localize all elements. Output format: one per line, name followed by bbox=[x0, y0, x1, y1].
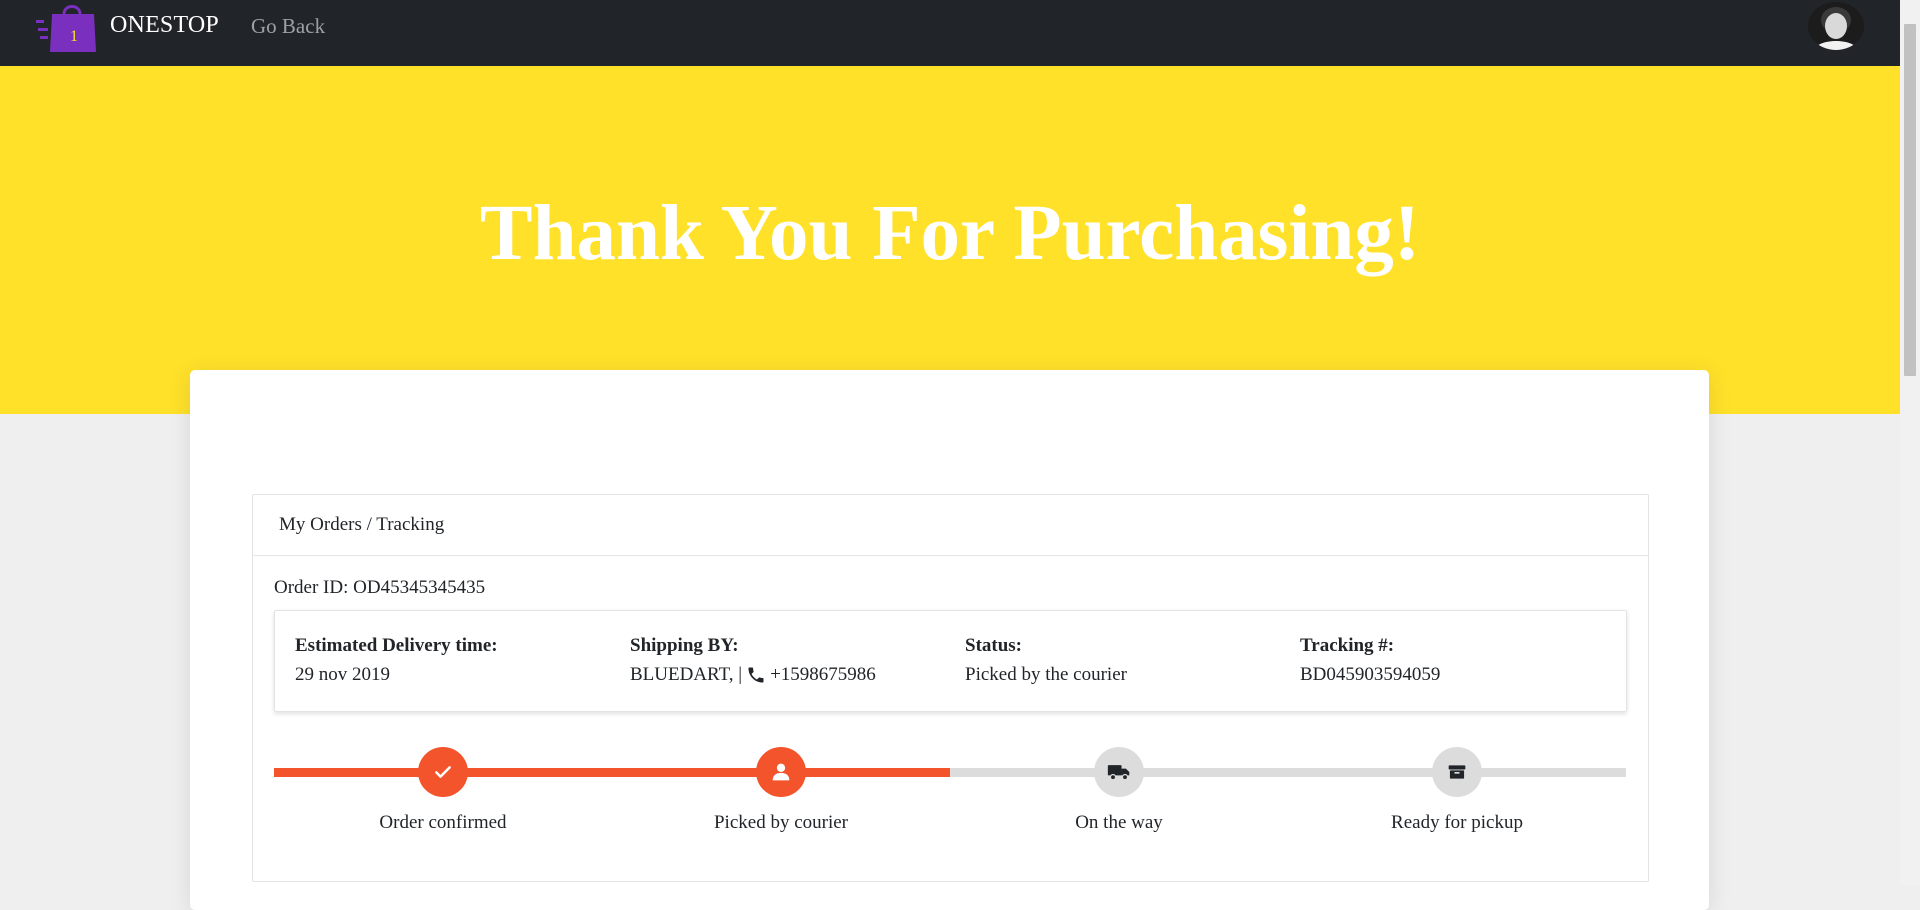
status-value: Picked by the courier bbox=[965, 664, 1127, 685]
avatar[interactable] bbox=[1808, 2, 1864, 50]
tracking-number-info: Tracking #: BD045903594059 bbox=[1300, 635, 1440, 686]
step-on-the-way: On the way bbox=[1009, 747, 1229, 834]
step-label: Ready for pickup bbox=[1391, 812, 1523, 833]
scrollbar-thumb[interactable] bbox=[1904, 24, 1916, 376]
check-icon bbox=[418, 747, 468, 797]
step-label: Picked by courier bbox=[713, 812, 848, 833]
main-card: My Orders / Tracking Order ID: OD4534534… bbox=[190, 370, 1709, 910]
order-progress: Order confirmed Picked by courier On the… bbox=[274, 730, 1626, 840]
hero-title: Thank You For Purchasing! bbox=[479, 190, 1421, 277]
tracking-number-value: BD045903594059 bbox=[1300, 664, 1441, 685]
shipping-label: Shipping BY: bbox=[630, 635, 739, 656]
tracking-card: My Orders / Tracking Order ID: OD4534534… bbox=[252, 494, 1649, 882]
step-picked-by-courier: Picked by courier bbox=[671, 747, 891, 834]
step-order-confirmed: Order confirmed bbox=[333, 747, 553, 834]
hero-banner: Thank You For Purchasing! bbox=[0, 66, 1900, 414]
logo-badge: 1 bbox=[70, 28, 78, 45]
shipping-info: Shipping BY: BLUEDART, | +1598675986 bbox=[630, 635, 876, 686]
go-back-link[interactable]: Go Back bbox=[251, 14, 325, 39]
tracking-number-label: Tracking #: bbox=[1300, 635, 1395, 656]
brand-name[interactable]: ONESTOP bbox=[110, 12, 219, 39]
box-icon bbox=[1432, 747, 1482, 797]
step-label: On the way bbox=[1075, 812, 1163, 833]
delivery-value: 29 nov 2019 bbox=[295, 664, 390, 685]
shipping-carrier: BLUEDART, | bbox=[630, 664, 743, 685]
logo[interactable]: 1 bbox=[36, 0, 98, 54]
delivery-info: Estimated Delivery time: 29 nov 2019 bbox=[295, 635, 498, 686]
breadcrumb: My Orders / Tracking bbox=[253, 495, 1648, 556]
status-info: Status: Picked by the courier bbox=[965, 635, 1127, 686]
delivery-label: Estimated Delivery time: bbox=[295, 635, 498, 656]
order-id: Order ID: OD45345345435 bbox=[274, 577, 486, 598]
user-icon bbox=[756, 747, 806, 797]
status-label: Status: bbox=[965, 635, 1023, 656]
shipping-phone: +1598675986 bbox=[770, 664, 876, 685]
navbar: 1 ONESTOP Go Back bbox=[0, 0, 1900, 66]
page-scrollbar[interactable] bbox=[1900, 0, 1920, 885]
truck-icon bbox=[1094, 747, 1144, 797]
step-label: Order confirmed bbox=[379, 812, 507, 833]
step-ready-for-pickup: Ready for pickup bbox=[1347, 747, 1567, 834]
phone-icon bbox=[746, 665, 766, 685]
order-info-box: Estimated Delivery time: 29 nov 2019 Shi… bbox=[274, 610, 1627, 712]
